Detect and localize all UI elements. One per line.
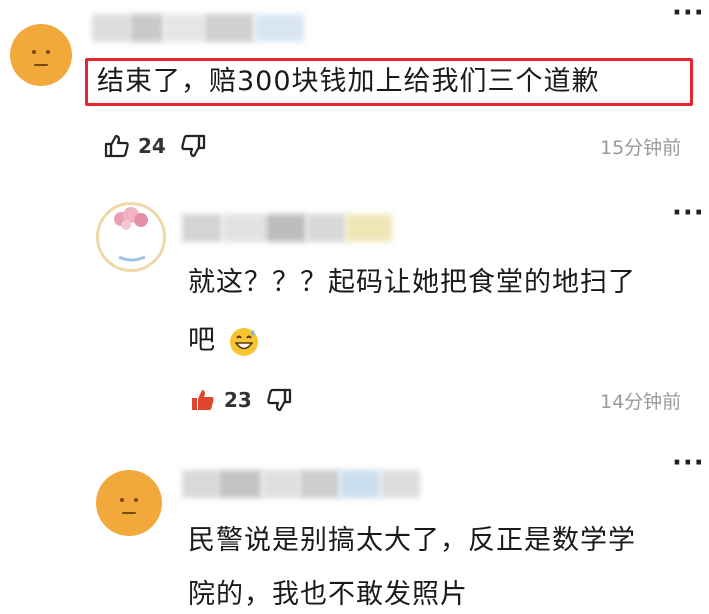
comment-text: 结束了，赔300块钱加上给我们三个道歉: [97, 66, 600, 97]
thumbs-up-filled-icon[interactable]: [190, 387, 216, 413]
more-options-icon[interactable]: ···: [672, 200, 705, 226]
user-avatar[interactable]: [96, 470, 162, 536]
user-avatar[interactable]: [96, 202, 166, 272]
more-options-icon[interactable]: ···: [672, 0, 705, 26]
comment-3: ··· 民警说是别搞太大了，反正是数学学 院的，我也不敢发照片: [0, 440, 709, 614]
like-count: 23: [224, 388, 252, 412]
username-blurred[interactable]: [182, 214, 392, 242]
timestamp: 14分钟前: [600, 391, 682, 413]
comment-text-line-2-text: 吧: [188, 325, 216, 356]
user-avatar[interactable]: [10, 24, 72, 86]
timestamp: 15分钟前: [600, 137, 682, 159]
comment-actions: 23: [190, 385, 292, 415]
comment-text-line-1: 就这？？？起码让她把食堂的地扫了: [188, 267, 636, 298]
more-options-icon[interactable]: ···: [672, 450, 705, 476]
comment-text-line-2: 院的，我也不敢发照片: [188, 579, 468, 610]
thumbs-down-icon[interactable]: [266, 387, 292, 413]
comment-actions: 24: [104, 131, 206, 161]
thumbs-up-icon[interactable]: [104, 133, 130, 159]
comment-1: ··· 结束了，赔300块钱加上给我们三个道歉 24 15分钟前: [0, 0, 709, 190]
username-blurred[interactable]: [92, 14, 304, 42]
thumbs-down-icon[interactable]: [180, 133, 206, 159]
grinning-sweat-emoji-icon: [228, 326, 260, 358]
comment-text-line-1: 民警说是别搞太大了，反正是数学学: [188, 525, 636, 556]
username-blurred[interactable]: [182, 470, 420, 498]
like-count: 24: [138, 134, 166, 158]
comment-2: ··· 就这？？？起码让她把食堂的地扫了 吧 23 14分钟前: [0, 190, 709, 440]
comment-text-line-2: 吧: [188, 318, 260, 364]
